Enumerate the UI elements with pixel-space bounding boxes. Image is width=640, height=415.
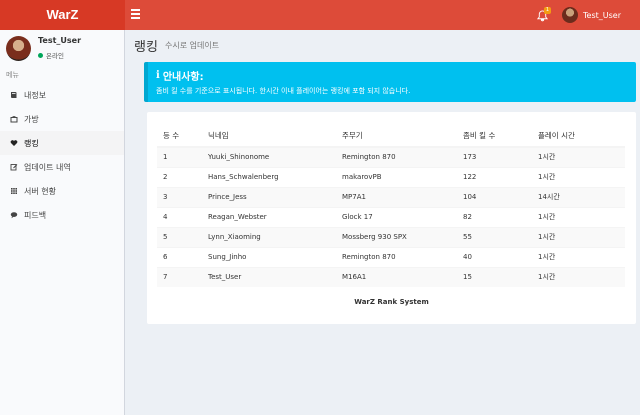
column-header-playtime: 플레이 시간 bbox=[532, 125, 625, 148]
sidebar-item-label: 내정보 bbox=[24, 90, 47, 100]
sidebar-item-server-status[interactable]: 서버 현황 bbox=[0, 179, 124, 203]
sidebar-item-profile[interactable]: 내정보 bbox=[0, 83, 124, 107]
playtime-cell: 1시간 bbox=[532, 206, 625, 227]
rank-cell: 5 bbox=[157, 226, 202, 247]
rank-cell: 2 bbox=[157, 166, 202, 187]
online-status-icon bbox=[38, 52, 43, 58]
weapon-cell: Glock 17 bbox=[336, 206, 457, 227]
kills-cell: 15 bbox=[457, 266, 532, 287]
rank-cell: 1 bbox=[157, 146, 202, 167]
heart-icon bbox=[9, 139, 18, 148]
page-subtitle: 수시로 업데이트 bbox=[165, 41, 220, 50]
avatar bbox=[562, 7, 578, 23]
menu-header: 메뉴 bbox=[6, 71, 19, 79]
footer-text: WarZ Rank System bbox=[354, 298, 429, 306]
app-logo[interactable]: WarZ bbox=[0, 0, 125, 30]
kills-cell: 122 bbox=[457, 166, 532, 187]
sidebar-item-label: 서버 현황 bbox=[24, 186, 56, 196]
sidebar-item-updates[interactable]: 업데이트 내역 bbox=[0, 155, 124, 179]
nickname-cell: Sung_Jinho bbox=[202, 246, 336, 267]
sidebar-item-ranking[interactable]: 랭킹 bbox=[0, 131, 124, 155]
sidebar: Test_User 온라인 메뉴 내정보 가방 랭킹 업데이트 내역 서버 현황 bbox=[0, 30, 125, 415]
rank-cell: 4 bbox=[157, 206, 202, 227]
kills-cell: 40 bbox=[457, 246, 532, 267]
nickname-cell: Test_User bbox=[202, 266, 336, 287]
chat-icon bbox=[9, 211, 18, 220]
sidebar-menu: 내정보 가방 랭킹 업데이트 내역 서버 현황 피드백 bbox=[0, 83, 124, 227]
nickname-cell: Hans_Schwalenberg bbox=[202, 166, 336, 187]
callout-text: 좀비 킬 수를 기준으로 표시됩니다. 한시간 이내 플레이어는 랭킹에 포함 … bbox=[156, 87, 411, 95]
sidebar-item-feedback[interactable]: 피드백 bbox=[0, 203, 124, 227]
playtime-cell: 14시간 bbox=[532, 186, 625, 207]
user-panel: Test_User 온라인 bbox=[0, 30, 124, 66]
playtime-cell: 1시간 bbox=[532, 226, 625, 247]
sidebar-item-label: 피드백 bbox=[24, 210, 47, 220]
column-header-kills: 좀비 킬 수 bbox=[457, 125, 532, 148]
bag-icon bbox=[9, 115, 18, 124]
info-callout: i 안내사항: 좀비 킬 수를 기준으로 표시됩니다. 한시간 이내 플레이어는… bbox=[144, 62, 636, 102]
ranking-box: 등 수 닉네임 주무기 좀비 킬 수 플레이 시간 1 Yuuki_Shinono… bbox=[147, 112, 636, 324]
ranking-table-body: 1 Yuuki_Shinonome Remington 870 173 1시간 2 Hans… bbox=[157, 146, 625, 287]
nickname-cell: Lynn_Xiaoming bbox=[202, 226, 336, 247]
page-title: 랭킹 bbox=[134, 40, 158, 55]
weapon-cell: Remington 870 bbox=[336, 246, 457, 267]
column-header-rank: 등 수 bbox=[157, 125, 202, 148]
notifications-button[interactable]: 1 bbox=[537, 7, 551, 23]
sidebar-user-name: Test_User bbox=[38, 36, 82, 45]
table-row: 5 Lynn_Xiaoming Mossberg 930 SPX 55 1시간 bbox=[157, 226, 625, 247]
table-row: 1 Yuuki_Shinonome Remington 870 173 1시간 bbox=[157, 146, 625, 167]
edit-icon bbox=[9, 163, 18, 172]
notification-badge: 1 bbox=[544, 7, 551, 14]
ranking-table: 등 수 닉네임 주무기 좀비 킬 수 플레이 시간 1 Yuuki_Shinono… bbox=[157, 125, 625, 287]
sidebar-item-bag[interactable]: 가방 bbox=[0, 107, 124, 131]
kills-cell: 173 bbox=[457, 146, 532, 167]
playtime-cell: 1시간 bbox=[532, 166, 625, 187]
rank-cell: 7 bbox=[157, 266, 202, 287]
callout-title-text: 안내사항: bbox=[162, 72, 204, 83]
nickname-cell: Reagan_Webster bbox=[202, 206, 336, 227]
user-menu[interactable]: Test_User bbox=[562, 6, 621, 24]
playtime-cell: 1시간 bbox=[532, 266, 625, 287]
info-icon: i bbox=[156, 70, 160, 81]
playtime-cell: 1시간 bbox=[532, 146, 625, 167]
table-row: 3 Prince_Jess MP7A1 104 14시간 bbox=[157, 186, 625, 207]
column-header-weapon: 주무기 bbox=[336, 125, 457, 148]
weapon-cell: Mossberg 930 SPX bbox=[336, 226, 457, 247]
user-status-label: 온라인 bbox=[46, 52, 64, 60]
nickname-cell: Yuuki_Shinonome bbox=[202, 146, 336, 167]
callout-title: i 안내사항: bbox=[156, 68, 204, 83]
avatar bbox=[6, 36, 31, 61]
column-header-nickname: 닉네임 bbox=[202, 125, 336, 148]
rank-cell: 6 bbox=[157, 246, 202, 267]
table-row: 2 Hans_Schwalenberg makarovPB 122 1시간 bbox=[157, 166, 625, 187]
table-row: 6 Sung_Jinho Remington 870 40 1시간 bbox=[157, 246, 625, 267]
playtime-cell: 1시간 bbox=[532, 246, 625, 267]
kills-cell: 82 bbox=[457, 206, 532, 227]
kills-cell: 55 bbox=[457, 226, 532, 247]
table-row: 7 Test_User M16A1 15 1시간 bbox=[157, 266, 625, 287]
sidebar-item-label: 가방 bbox=[24, 114, 39, 124]
table-header-row: 등 수 닉네임 주무기 좀비 킬 수 플레이 시간 bbox=[157, 125, 625, 148]
rank-cell: 3 bbox=[157, 186, 202, 207]
sidebar-item-label: 업데이트 내역 bbox=[24, 162, 71, 172]
nickname-cell: Prince_Jess bbox=[202, 186, 336, 207]
table-row: 4 Reagan_Webster Glock 17 82 1시간 bbox=[157, 206, 625, 227]
weapon-cell: M16A1 bbox=[336, 266, 457, 287]
weapon-cell: makarovPB bbox=[336, 166, 457, 187]
sidebar-toggle-icon[interactable] bbox=[131, 9, 140, 19]
sidebar-item-label: 랭킹 bbox=[24, 138, 39, 148]
book-icon bbox=[9, 91, 18, 100]
grid-icon bbox=[9, 187, 18, 196]
weapon-cell: Remington 870 bbox=[336, 146, 457, 167]
weapon-cell: MP7A1 bbox=[336, 186, 457, 207]
kills-cell: 104 bbox=[457, 186, 532, 207]
user-status: 온라인 bbox=[38, 50, 64, 60]
top-navbar: 1 Test_User bbox=[125, 0, 640, 30]
nav-user-name: Test_User bbox=[583, 10, 621, 20]
